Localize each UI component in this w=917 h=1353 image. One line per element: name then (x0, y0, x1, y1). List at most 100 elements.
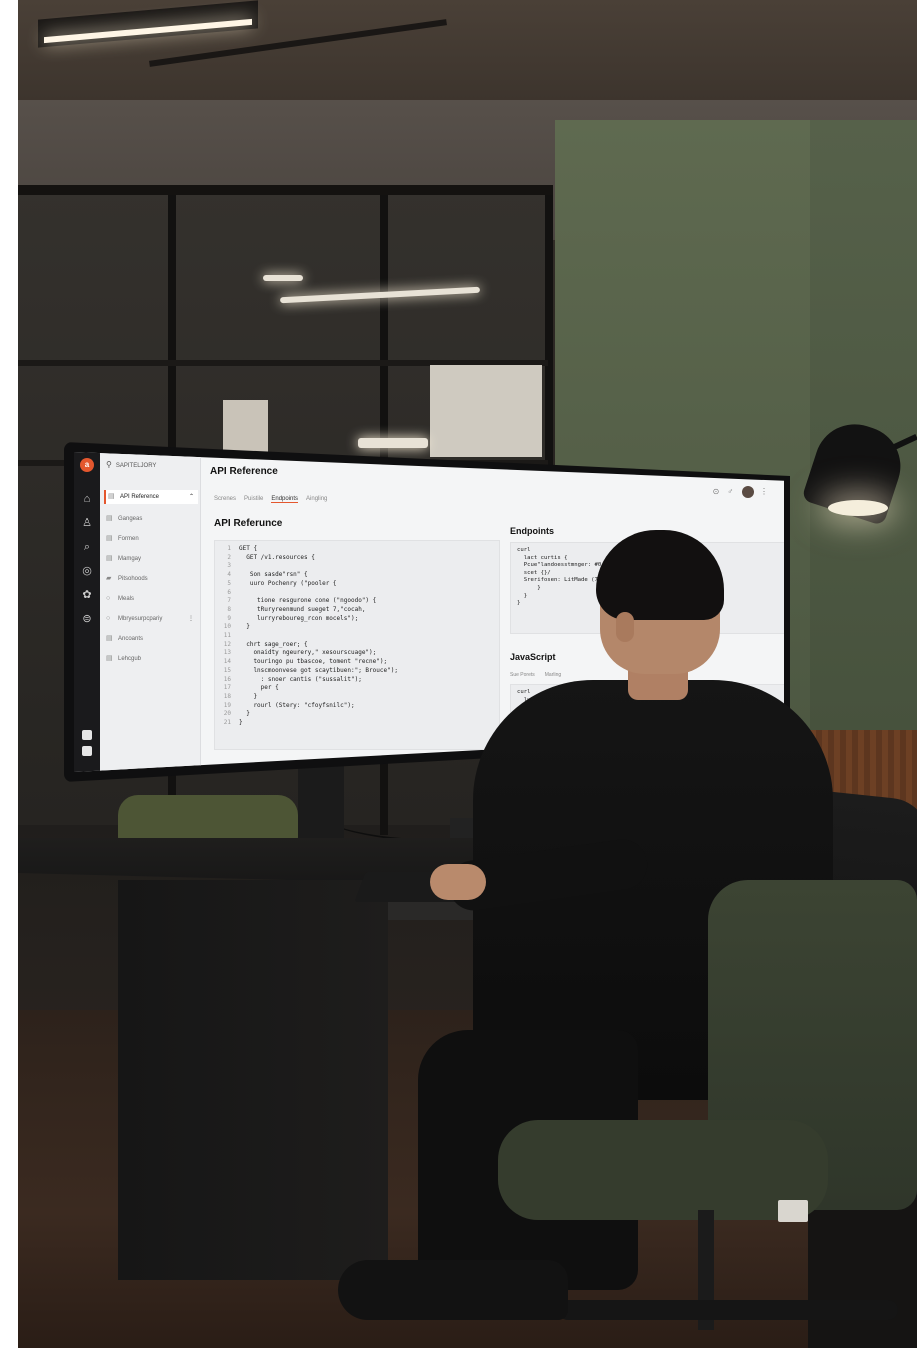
sidebar-item-label: Mbryesurpcpariy (118, 616, 163, 622)
sidebar-item[interactable]: ▤ Lehcgub (104, 652, 198, 666)
sidebar-item[interactable]: ▤ Mamgay (104, 552, 198, 566)
doc-icon: ▤ (106, 655, 113, 662)
office-photo: a ⌂ ♙ ⌕ ◎ ✿ ⊜ ⚲ SAPITELJORY ▤ API Referenc… (18, 0, 917, 1348)
sidebar-item[interactable]: ▤ Ancoants (104, 632, 198, 646)
section-title: API Referunce (214, 518, 283, 529)
settings-icon[interactable]: ✿ (80, 588, 94, 602)
more-icon[interactable]: ⋮ (188, 612, 194, 626)
person-hand (430, 864, 486, 900)
line-number: 11 (223, 632, 231, 640)
code-text: } (239, 710, 250, 718)
javascript-heading: JavaScript (510, 652, 556, 662)
desk-leg (118, 880, 388, 1280)
code-line: 17 per { (215, 684, 499, 693)
ceiling-lamp (263, 275, 303, 281)
code-text: GET /v1.resources { (239, 553, 315, 561)
binders (430, 365, 542, 457)
person-shoe (338, 1260, 568, 1320)
code-line: 7 tione resgurone cone ("ngoodo") { (215, 597, 499, 606)
home-icon[interactable]: ⌂ (80, 492, 94, 506)
person-ear (616, 612, 634, 642)
notification-icon[interactable]: ♂ (728, 487, 734, 496)
code-text: chrt sage_roer; { (239, 640, 308, 648)
search-icon: ⚲ (106, 460, 112, 469)
code-text: } (239, 692, 258, 700)
doc-icon: ▤ (106, 515, 113, 522)
code-text: } (239, 623, 250, 631)
chevron-up-icon[interactable]: ⌃ (189, 490, 194, 504)
code-text: tione resgurone cone ("ngoodo") { (239, 597, 377, 605)
line-number: 13 (223, 649, 231, 657)
code-line: 3 (215, 562, 499, 571)
doc-icon: ○ (106, 595, 111, 602)
search-icon[interactable]: ⌕ (80, 540, 94, 554)
line-number: 5 (227, 579, 231, 587)
search-label: SAPITELJORY (115, 463, 157, 469)
sidebar-item-label: Meals (118, 596, 135, 602)
user-icon[interactable]: ♙ (80, 516, 94, 530)
line-number: 21 (223, 719, 231, 727)
code-line: 14 touringo pu tbascoe, toment "recne"); (215, 658, 499, 667)
tab-endpoints[interactable]: Endpoints (271, 496, 299, 503)
code-text: touringo pu tbascoe, toment "recne"); (239, 658, 388, 666)
code-line: 12 chrt sage_roer; { (215, 641, 499, 650)
code-line: 18 } (215, 693, 499, 702)
code-text: lnscmoonvese got scaytibuen:"; Brouce"); (239, 666, 398, 674)
doc-icon: ▤ (106, 635, 113, 642)
globe-icon[interactable]: ◎ (80, 564, 94, 578)
code-line: 8 tRuryreenmund sueget 7,"cocah, (215, 606, 499, 615)
line-number: 15 (223, 666, 231, 674)
tab[interactable]: Marling (545, 672, 561, 678)
search-icon[interactable]: ⊙ (713, 487, 720, 496)
background-chair (118, 795, 298, 845)
status-icon[interactable] (82, 730, 92, 740)
code-line: 4 Son sasde"rsn" { (215, 571, 499, 580)
code-line: 6 (215, 589, 499, 598)
code-line: 20 } (215, 710, 499, 719)
tab-bar: Screnes Puistile Endpoints Aingling (214, 496, 335, 503)
line-number: 17 (223, 684, 231, 692)
sidebar-item-label: Pitsohoods (118, 576, 148, 582)
line-number: 20 (223, 710, 231, 718)
sidebar-item[interactable]: ▤ Gangeas (104, 512, 198, 526)
code-editor[interactable]: 1 GET {2 GET /v1.resources {3 4 Son sasde"… (214, 540, 500, 750)
line-number: 16 (223, 675, 231, 683)
sidebar-item-api-reference[interactable]: ▤ API Reference ⌃ (104, 490, 198, 504)
doc-icon: ○ (106, 615, 111, 622)
sidebar-item[interactable]: ○ Mbryesurpcpariy ⋮ (104, 612, 198, 626)
sidebar-item[interactable]: ○ Meals (104, 592, 198, 606)
sidebar-item[interactable]: ▤ Formen (104, 532, 198, 546)
more-icon[interactable]: ⋮ (760, 487, 768, 496)
code-line: 21} (215, 719, 499, 728)
sidebar-item-label: Ancoants (118, 636, 144, 642)
js-tab-bar: Sue Porets Marling (510, 672, 571, 678)
code-text: onaidty ngeurery," xesourscuage"); (239, 649, 377, 657)
doc-icon: ▤ (106, 555, 113, 562)
line-number: 9 (227, 614, 231, 622)
profile-icon[interactable] (82, 746, 92, 756)
page-title: API Reference (210, 466, 278, 477)
tab[interactable]: Screnes (214, 496, 236, 502)
tab[interactable]: Aingling (306, 496, 327, 502)
code-line: 13 onaidty ngeurery," xesourscuage"); (215, 649, 499, 658)
office-chair-base (558, 1300, 898, 1320)
line-number: 14 (223, 658, 231, 666)
code-line: 5 uuro Pochenry ("pooler { (215, 580, 499, 589)
code-line: 1 GET { (215, 545, 499, 554)
code-text: uuro Pochenry ("pooler { (239, 579, 337, 587)
avatar[interactable] (741, 486, 754, 498)
tab[interactable]: Puistile (244, 496, 263, 502)
search-input[interactable]: ⚲ SAPITELJORY (106, 460, 156, 469)
code-text: rourl (Stery: "cfoyfsnilc"); (239, 701, 355, 709)
code-line: 16 : snoer cantis ("sussalit"); (215, 676, 499, 685)
power-outlet (778, 1200, 808, 1222)
code-text: : snoer cantis ("sussalit"); (239, 675, 362, 683)
sidebar-item[interactable]: ▰ Pitsohoods (104, 572, 198, 586)
tab[interactable]: Sue Porets (510, 672, 535, 678)
code-line: 2 GET /v1.resources { (215, 554, 499, 563)
list-icon[interactable]: ⊜ (80, 612, 94, 626)
lamp-glow (828, 500, 888, 516)
line-number: 3 (227, 562, 231, 570)
code-line: 11 (215, 632, 499, 641)
sidebar: ⚲ SAPITELJORY ▤ API Reference ⌃ ▤ Gangeas ▤ F… (100, 452, 201, 772)
